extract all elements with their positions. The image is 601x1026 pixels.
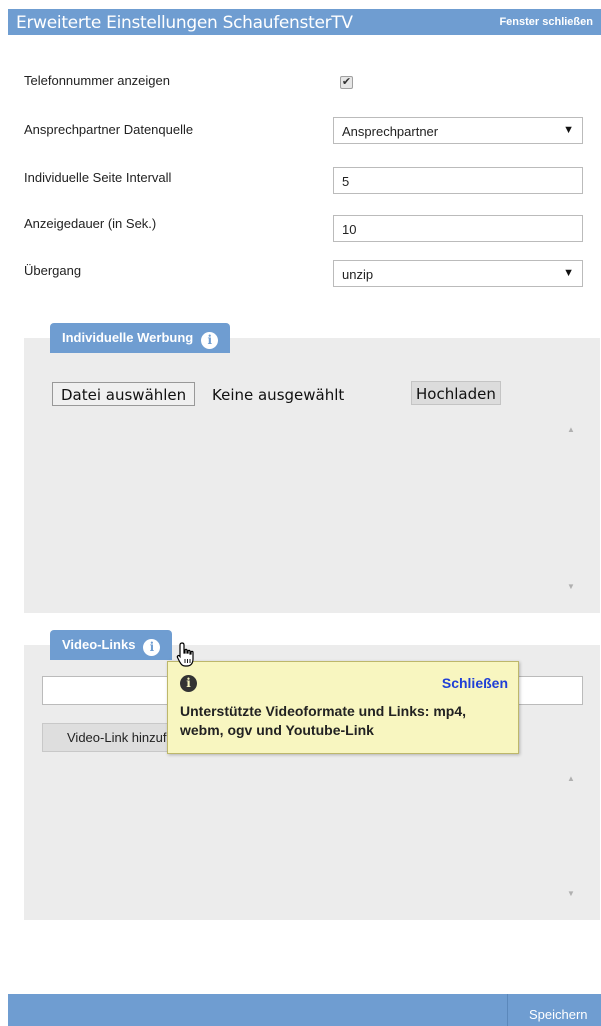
video-tab-label: Video-Links (62, 637, 136, 652)
source-label: Ansprechpartner Datenquelle (24, 122, 194, 137)
duration-label: Anzeigedauer (in Sek.) (24, 216, 157, 231)
interval-label: Individuelle Seite Intervall (24, 170, 172, 185)
transition-select[interactable]: unzip ▼ (333, 260, 583, 287)
interval-input-value: 5 (342, 174, 350, 189)
dialog-footer: Speichern (8, 994, 601, 1026)
chevron-down-icon: ▼ (563, 267, 574, 279)
choose-file-button[interactable]: Datei auswählen (52, 382, 196, 406)
close-window-link[interactable]: Fenster schließen (499, 16, 593, 28)
save-button[interactable]: Speichern (507, 994, 601, 1026)
info-tooltip: i Schließen Unterstützte Videoformate un… (167, 661, 519, 754)
tab-video-links[interactable]: Video-Links i (50, 630, 173, 660)
dialog-title: Erweiterte Einstellungen SchaufensterTV (16, 13, 353, 33)
upload-button[interactable]: Hochladen (411, 381, 501, 405)
source-select[interactable]: Ansprechpartner ▼ (333, 117, 583, 144)
tooltip-close-link[interactable]: Schließen (442, 675, 508, 691)
source-select-value: Ansprechpartner (342, 124, 439, 139)
duration-input[interactable]: 10 (333, 215, 583, 242)
scroll-up-icon[interactable]: ▲ (567, 774, 575, 783)
file-status-text: Keine ausgewählt (212, 386, 345, 404)
phone-label: Telefonnummer anzeigen (24, 73, 170, 88)
info-icon[interactable]: i (201, 332, 219, 349)
duration-input-value: 10 (342, 222, 357, 237)
transition-label: Übergang (24, 263, 82, 278)
info-icon[interactable]: i (143, 639, 161, 656)
hand-cursor-icon (176, 642, 194, 667)
phone-checkbox[interactable]: ✔ (340, 76, 353, 89)
scroll-down-icon[interactable]: ▼ (567, 889, 575, 898)
ad-tab-label: Individuelle Werbung (62, 330, 194, 345)
scroll-down-icon[interactable]: ▼ (567, 582, 575, 591)
interval-input[interactable]: 5 (333, 167, 583, 194)
dialog-titlebar: Erweiterte Einstellungen SchaufensterTV … (8, 9, 601, 35)
tab-individuelle-werbung[interactable]: Individuelle Werbung i (50, 323, 231, 353)
chevron-down-icon: ▼ (563, 124, 574, 136)
info-icon: i (180, 675, 197, 692)
scroll-up-icon[interactable]: ▲ (567, 425, 575, 434)
ad-panel (24, 338, 600, 613)
transition-select-value: unzip (342, 267, 374, 282)
tooltip-text: Unterstützte Videoformate und Links: mp4… (180, 703, 466, 738)
